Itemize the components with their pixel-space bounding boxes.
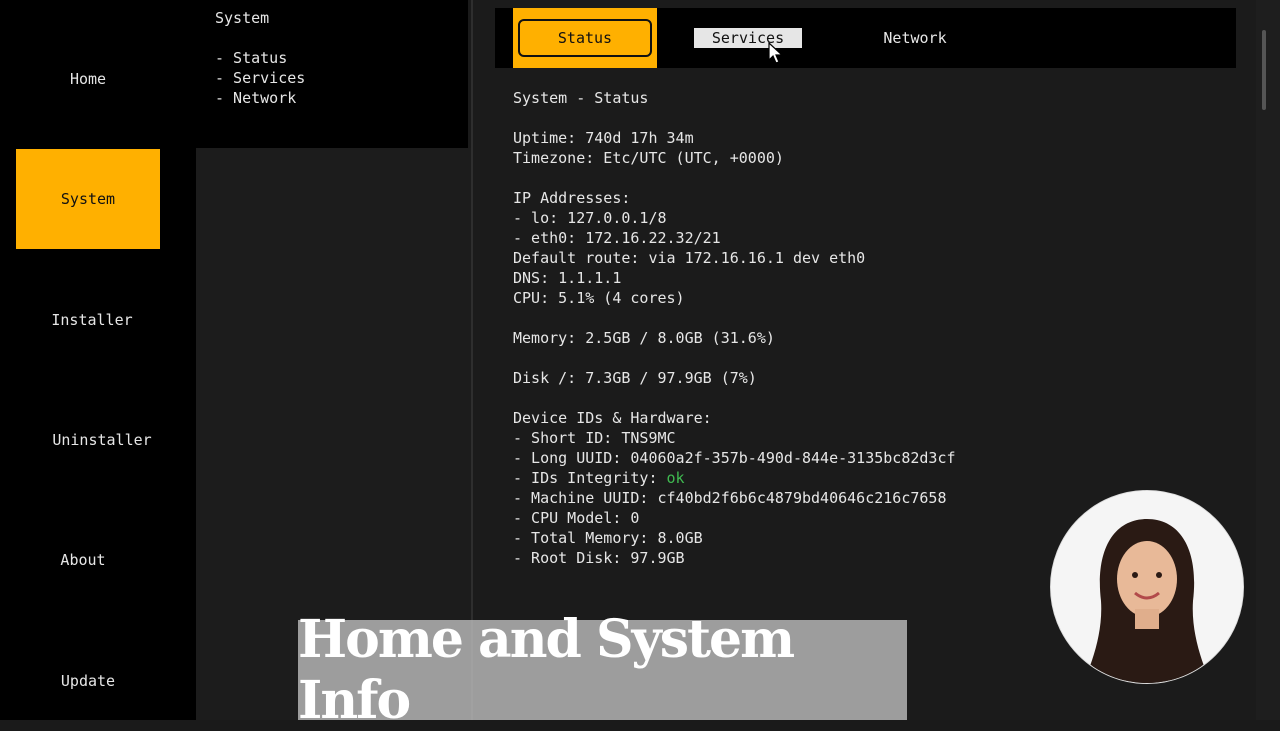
tab-status[interactable]: Status (513, 8, 657, 68)
submenu-item-status[interactable]: - Status (215, 49, 287, 67)
ip-eth0-line: - eth0: 172.16.22.32/21 (513, 229, 721, 247)
scrollbar-track[interactable] (1256, 0, 1280, 720)
sidebar-item-label: Home (69, 70, 107, 88)
tab-network[interactable]: Network (865, 28, 965, 48)
hardware-title: Device IDs & Hardware: (513, 409, 712, 427)
person-icon (1051, 491, 1243, 683)
tab-label: Status (557, 29, 613, 47)
status-heading: System - Status (513, 89, 649, 107)
caption-banner: Home and System Info (298, 609, 907, 731)
submenu-title: System (215, 9, 270, 27)
uptime-line: Uptime: 740d 17h 34m (513, 129, 694, 147)
sidebar-item-label: About (60, 551, 106, 569)
sidebar-item-installer[interactable]: Installer (20, 270, 164, 370)
cpu-model-line: - CPU Model: 0 (513, 509, 640, 527)
disk-line: Disk /: 7.3GB / 97.9GB (7%) (513, 369, 757, 387)
ids-integrity-label: - IDs Integrity: (513, 469, 667, 487)
timezone-line: Timezone: Etc/UTC (UTC, +0000) (513, 149, 784, 167)
sidebar-item-uninstaller[interactable]: Uninstaller (30, 390, 174, 490)
caption-text: Home and System Info (298, 609, 795, 731)
sidebar-item-label: Uninstaller (52, 431, 152, 449)
sidebar-item-home[interactable]: Home (16, 29, 160, 129)
mouse-pointer-icon (768, 42, 784, 64)
presenter-avatar (1050, 490, 1244, 684)
sidebar-item-label: Update (60, 672, 116, 690)
dns-line: DNS: 1.1.1.1 (513, 269, 622, 287)
default-route-line: Default route: via 172.16.16.1 dev eth0 (513, 249, 866, 267)
root-disk-line: - Root Disk: 97.9GB (513, 549, 685, 567)
submenu-item-network[interactable]: - Network (215, 89, 296, 107)
sidebar-item-about[interactable]: About (11, 510, 155, 610)
cpu-line: CPU: 5.1% (4 cores) (513, 289, 685, 307)
submenu-item-services[interactable]: - Services (215, 69, 305, 87)
ip-lo-line: - lo: 127.0.0.1/8 (513, 209, 667, 227)
long-uuid-line: - Long UUID: 04060a2f-357b-490d-844e-313… (513, 449, 956, 467)
ids-integrity-line: - IDs Integrity: ok (513, 468, 685, 488)
tab-services[interactable]: Services (694, 28, 802, 48)
memory-line: Memory: 2.5GB / 8.0GB (31.6%) (513, 329, 775, 347)
short-id-line: - Short ID: TNS9MC (513, 429, 676, 447)
sidebar-item-label: Installer (51, 311, 133, 329)
submenu-panel: System - Status - Services - Network (196, 0, 468, 148)
sidebar-item-label: System (60, 190, 116, 208)
ids-integrity-status: ok (666, 469, 685, 487)
sidebar-item-system[interactable]: System (16, 149, 160, 249)
tab-status-frame: Status (518, 19, 652, 57)
tab-bar: Status Services Network (495, 8, 1236, 68)
sidebar-item-update[interactable]: Update (16, 631, 160, 731)
scrollbar-thumb[interactable] (1262, 30, 1266, 110)
tab-label: Network (883, 29, 947, 47)
sidebar: Home System Installer Uninstaller About … (0, 0, 196, 720)
ip-addresses-title: IP Addresses: (513, 189, 631, 207)
machine-uuid-line: - Machine UUID: cf40bd2f6b6c4879bd40646c… (513, 489, 947, 507)
total-memory-line: - Total Memory: 8.0GB (513, 529, 703, 547)
